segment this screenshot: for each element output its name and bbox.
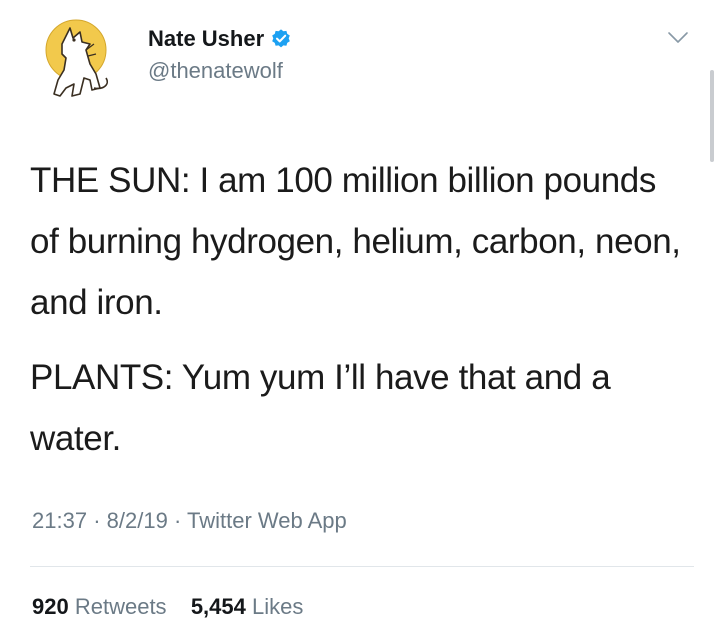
retweets-label: Retweets (74, 594, 167, 619)
display-name-row: Nate Usher (148, 24, 292, 54)
verified-badge-icon (272, 29, 290, 48)
meta-separator: · (93, 508, 101, 533)
tweet-source[interactable]: Twitter Web App (187, 508, 347, 533)
likes-stat[interactable]: 5,454 Likes (191, 594, 304, 619)
tweet-card: Nate Usher @thenatewolf THE SUN: I am 10… (0, 0, 720, 637)
avatar[interactable] (40, 14, 122, 106)
author-block: Nate Usher @thenatewolf (148, 24, 292, 84)
meta-separator: · (173, 508, 182, 533)
tweet-stats: 920 Retweets 5,454 Likes (32, 594, 303, 620)
likes-label: Likes (252, 594, 304, 619)
likes-count: 5,454 (190, 594, 246, 619)
tweet-paragraph: PLANTS: Yum yum I’ll have that and a wat… (30, 358, 611, 458)
display-name[interactable]: Nate Usher (148, 26, 264, 52)
tweet-text: THE SUN: I am 100 million billion pounds… (30, 150, 690, 469)
retweets-stat[interactable]: 920 Retweets (32, 594, 173, 619)
wolf-avatar-icon (45, 19, 109, 97)
tweet-time[interactable]: 21:37 (32, 508, 87, 533)
retweets-count: 920 (32, 594, 69, 619)
tweet-meta: 21:37 · 8/2/19 · Twitter Web App (32, 508, 347, 534)
divider (30, 566, 694, 567)
tweet-date[interactable]: 8/2/19 (107, 508, 168, 533)
scrollbar[interactable] (710, 70, 714, 162)
tweet-paragraph: THE SUN: I am 100 million billion pounds… (30, 161, 681, 322)
chevron-down-icon[interactable] (666, 30, 690, 46)
user-handle[interactable]: @thenatewolf (148, 58, 292, 84)
